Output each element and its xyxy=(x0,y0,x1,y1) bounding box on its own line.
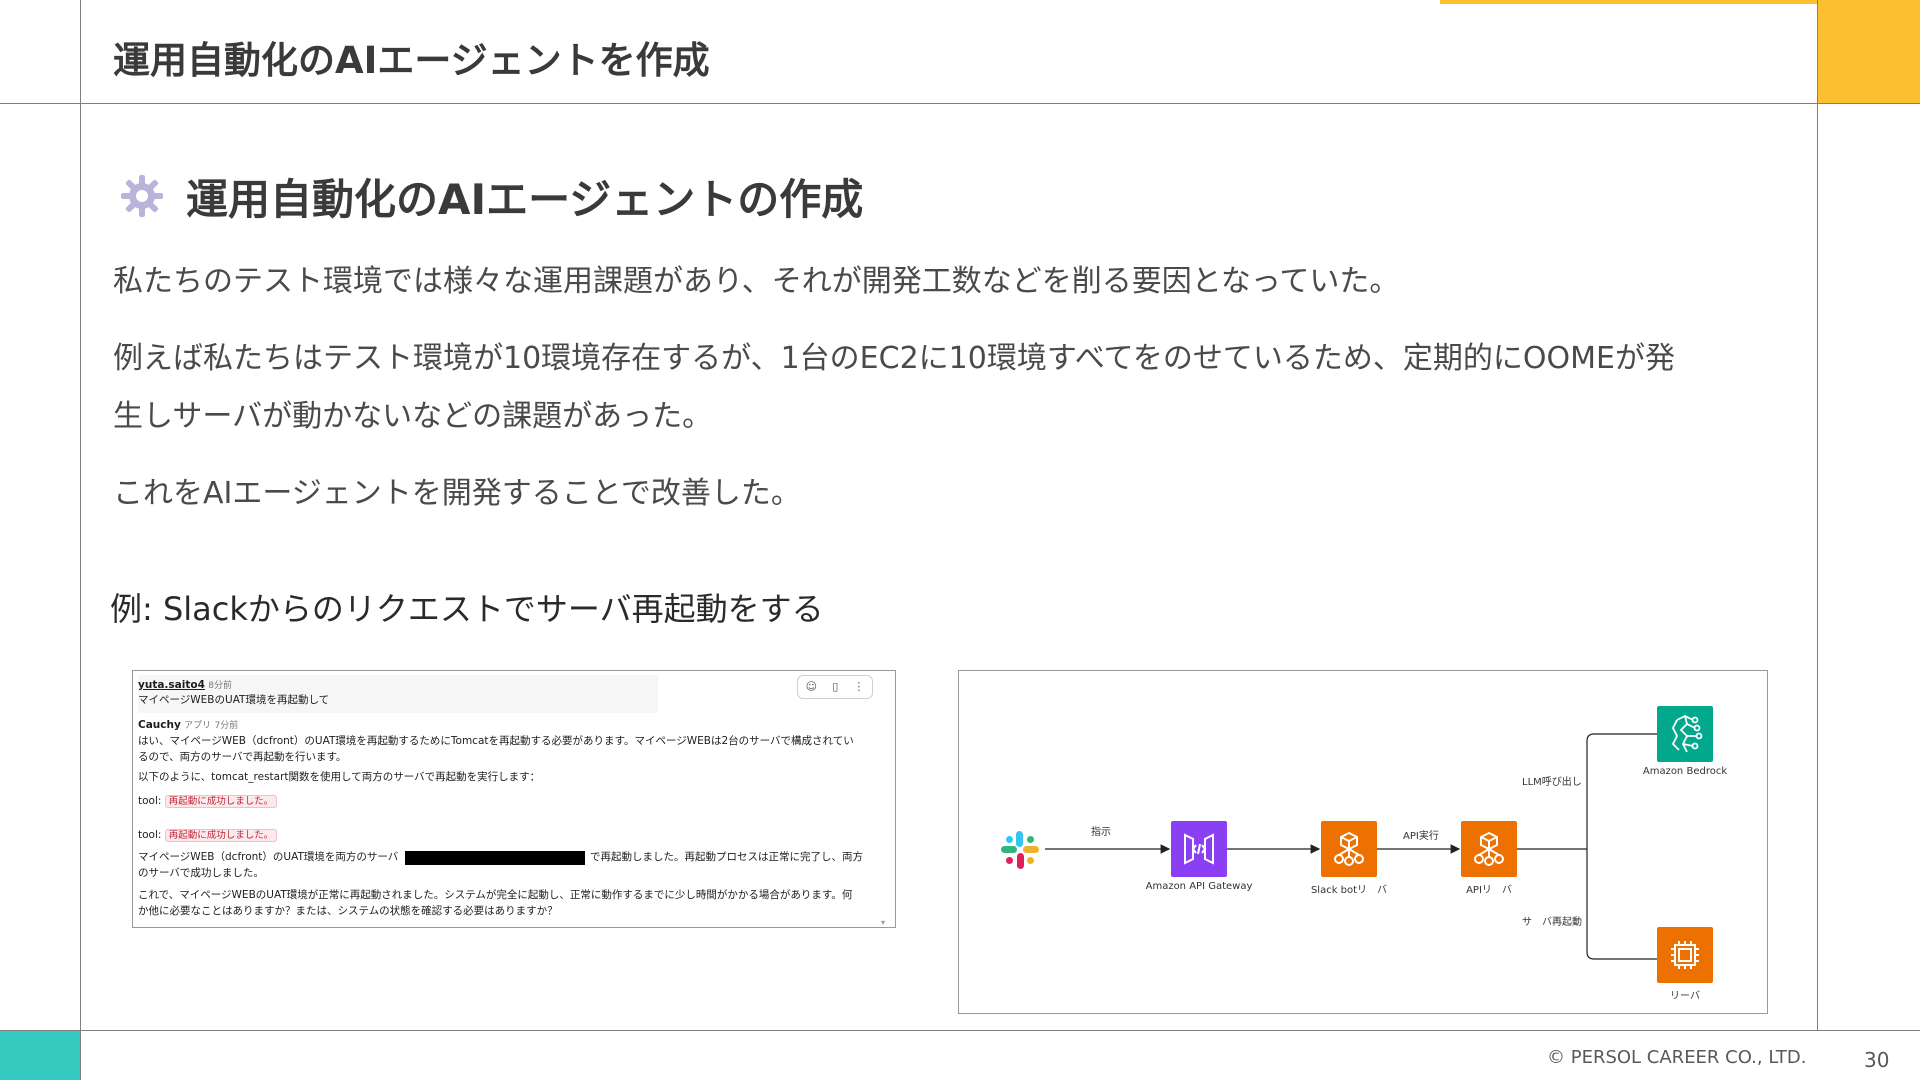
bot-name: Cauchy xyxy=(138,719,181,731)
closing-line-1: これで、マイページWEBのUAT環境が正常に再起動されました。システムが完全に起… xyxy=(138,889,853,901)
result-line-1-a: マイページWEB（dcfront）のUAT環境を両方のサーバ xyxy=(138,851,399,863)
bot-line-1: はい、マイページWEB（dcfront）のUAT環境を再起動するためにTomca… xyxy=(138,735,854,747)
bot-time: 7分前 xyxy=(214,721,239,731)
example-caption: 例: Slackからのリクエストでサーバ再起動をする xyxy=(110,590,824,628)
slack-logo-icon xyxy=(1001,831,1039,869)
paragraph-1: 私たちのテスト環境では様々な運用課題があり、それが開発工数などを削る要因となって… xyxy=(113,264,1400,299)
redaction-bar xyxy=(405,851,585,865)
edge-label-llm-call: LLM呼び出し xyxy=(1522,777,1582,788)
api-gateway-label: Amazon API Gateway xyxy=(1145,881,1253,892)
more-options-icon[interactable]: ⋮ xyxy=(853,679,864,695)
paragraph-2-line-1: 例えば私たちはテスト環境が10環境存在するが、1台のEC2に10環境すべてをのせ… xyxy=(113,341,1675,376)
app-badge: アプリ xyxy=(184,721,212,731)
slack-username: yuta.saito4 xyxy=(138,679,205,691)
tool-result-badge: 再起動に成功しました。 xyxy=(164,795,278,808)
edge-label-api-exec: API実行 xyxy=(1403,831,1439,842)
slack-user-time: 8分前 xyxy=(208,681,232,691)
accent-yellow-topbar xyxy=(1440,0,1817,4)
result-line-1-b: で再起動しました。再起動プロセスは正常に完了し、両方 xyxy=(590,851,863,863)
tool-label: tool: xyxy=(138,795,162,807)
paragraph-3: これをAIエージェントを開発することで改善した。 xyxy=(113,476,801,511)
api-server-label: APIリ バ xyxy=(1466,885,1512,896)
section-title: 運用自動化のAIエージェントの作成 xyxy=(186,175,864,224)
api-server-icon xyxy=(1461,821,1517,877)
left-frame-line xyxy=(80,0,81,1080)
edge-label-instruct: 指示 xyxy=(1091,827,1111,838)
slack-user-message: マイページWEBのUAT環境を再起動して xyxy=(138,694,330,706)
architecture-diagram: Amazon API Gateway Slack botリ バ APIリ バ A… xyxy=(958,670,1768,1014)
slack-bot-server-label: Slack botリ バ xyxy=(1310,885,1388,896)
copyright: © PERSOL CAREER CO., LTD. xyxy=(1547,1047,1807,1068)
page-number: 30 xyxy=(1864,1048,1890,1072)
result-line-2: のサーバで成功しました。 xyxy=(138,867,264,879)
accent-yellow-block xyxy=(1817,0,1920,103)
tool-result-badge: 再起動に成功しました。 xyxy=(164,829,278,842)
ec2-server-label: リーバ xyxy=(1670,991,1700,1002)
bot-line-3: 以下のように、tomcat_restart関数を使用して両方のサーバで再起動を実… xyxy=(138,771,541,783)
tool-label: tool: xyxy=(138,829,162,841)
page-title: 運用自動化のAIエージェントを作成 xyxy=(113,39,710,82)
ec2-server-icon xyxy=(1657,927,1713,983)
slack-bot-server-icon xyxy=(1321,821,1377,877)
paragraph-2-line-2: 生しサーバが動かないなどの課題があった。 xyxy=(113,399,713,434)
edge-label-server-restart: サ バ再起動 xyxy=(1522,917,1582,928)
api-gateway-icon xyxy=(1171,821,1227,877)
right-frame-line xyxy=(1817,0,1818,1030)
add-reaction-icon[interactable]: ☺ xyxy=(806,679,817,695)
slack-screenshot: yuta.saito4 8分前 マイページWEBのUAT環境を再起動して ☺ ▯… xyxy=(132,670,896,928)
message-actions-toolbar[interactable]: ☺ ▯ ⋮ xyxy=(797,675,873,699)
closing-line-2: か他に必要なことはありますか？または、システムの状態を確認する必要はありますか？ xyxy=(138,905,558,917)
bedrock-icon xyxy=(1657,706,1713,762)
header-divider xyxy=(0,103,1920,104)
bookmark-icon[interactable]: ▯ xyxy=(832,679,838,695)
bot-line-2: るので、両方のサーバで再起動を行います。 xyxy=(138,751,347,763)
scroll-indicator-icon[interactable]: ▾ xyxy=(881,915,885,927)
gear-icon xyxy=(121,175,163,217)
accent-teal-block xyxy=(0,1030,80,1080)
bedrock-label: Amazon Bedrock xyxy=(1642,766,1728,777)
footer-divider xyxy=(0,1030,1920,1031)
